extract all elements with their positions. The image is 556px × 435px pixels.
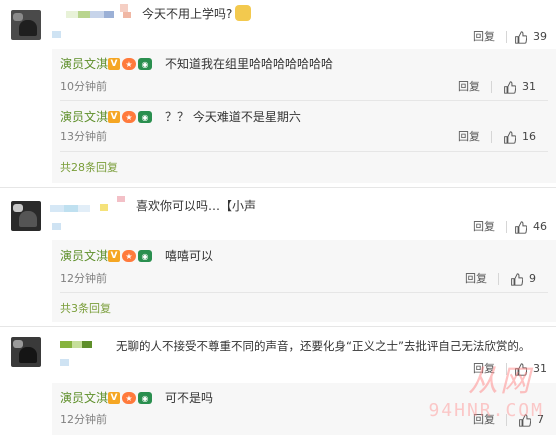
user-badges: V ★ ◉	[108, 111, 152, 123]
thumbs-up-icon	[504, 130, 516, 144]
like-button[interactable]: 46	[514, 220, 547, 234]
divider	[60, 100, 548, 101]
reply-button[interactable]: 回复	[465, 272, 487, 286]
decoration	[100, 204, 108, 211]
robot-badge-icon: ◉	[138, 392, 152, 404]
robot-badge-icon: ◉	[138, 58, 152, 70]
reply-author[interactable]: 演员文淇	[60, 391, 108, 405]
user-badges: V ★ ◉	[108, 392, 152, 404]
verified-icon: V	[108, 392, 120, 404]
reply-item: 演员文淇	[60, 109, 108, 125]
more-replies-link[interactable]: 共3条回复	[60, 302, 111, 316]
reply-author[interactable]: 演员文淇	[60, 249, 108, 263]
reply-text: 不知道我在组里哈哈哈哈哈哈哈	[165, 57, 334, 71]
comment-text: 喜欢你可以吗…【小声	[136, 199, 257, 213]
divider	[506, 221, 507, 233]
fan-badge-icon: ★	[122, 250, 136, 262]
thumbs-up-icon	[515, 220, 527, 234]
divider	[491, 81, 492, 93]
user-badges: V ★ ◉	[108, 58, 152, 70]
watermark-url: 94HNR.COM	[428, 400, 544, 421]
emoji-icon	[235, 5, 252, 21]
like-button[interactable]: 9	[510, 272, 536, 286]
reply-button[interactable]: 回复	[458, 80, 480, 94]
fan-badge-icon: ★	[122, 58, 136, 70]
reply-item: 演员文淇	[60, 56, 108, 72]
reply-button[interactable]: 回复	[473, 30, 495, 44]
decoration	[52, 223, 61, 230]
avatar[interactable]	[11, 201, 41, 231]
username-redacted	[66, 11, 114, 18]
like-count: 16	[522, 130, 536, 143]
reply-author[interactable]: 演员文淇	[60, 110, 108, 124]
thumbs-up-icon	[504, 80, 516, 94]
divider	[0, 187, 556, 188]
reply-time: 12分钟前	[60, 413, 107, 426]
username-redacted	[60, 341, 92, 348]
verified-icon: V	[108, 111, 120, 123]
reply-author[interactable]: 演员文淇	[60, 57, 108, 71]
divider	[0, 326, 556, 327]
verified-icon: V	[108, 250, 120, 262]
reply-item: 演员文淇	[60, 390, 108, 406]
divider	[60, 292, 548, 293]
reply-time: 10分钟前	[60, 80, 107, 93]
comment-text: 无聊的人不接受不尊重不同的声音，还要化身“正义之士”去批评自己无法欣赏的。	[116, 339, 531, 353]
more-replies-link[interactable]: 共28条回复	[60, 161, 118, 175]
decoration	[117, 196, 125, 202]
user-badges: V ★ ◉	[108, 250, 152, 262]
avatar[interactable]	[11, 337, 41, 367]
reply-button[interactable]: 回复	[473, 220, 495, 234]
reply-item: 演员文淇	[60, 248, 108, 264]
like-count: 9	[529, 272, 536, 285]
robot-badge-icon: ◉	[138, 250, 152, 262]
like-button[interactable]: 31	[503, 80, 536, 94]
like-button[interactable]: 39	[514, 30, 547, 44]
divider	[498, 273, 499, 285]
decoration	[123, 12, 131, 18]
like-count: 46	[533, 220, 547, 233]
watermark-logo: 从网	[468, 364, 532, 399]
username-redacted	[50, 205, 90, 212]
divider	[491, 131, 492, 143]
reply-text: 可不是吗	[165, 391, 214, 405]
reply-button[interactable]: 回复	[458, 130, 480, 144]
comment-text: 今天不用上学吗?	[142, 5, 252, 22]
divider	[60, 151, 548, 152]
fan-badge-icon: ★	[122, 392, 136, 404]
reply-time: 12分钟前	[60, 272, 107, 285]
reply-text: ？？ 今天难道不是星期六	[165, 110, 301, 124]
decoration	[120, 4, 128, 12]
reply-text: 嘻嘻可以	[165, 249, 214, 263]
thumbs-up-icon	[511, 272, 523, 286]
reply-time: 13分钟前	[60, 130, 107, 143]
like-count: 31	[533, 362, 547, 375]
like-button[interactable]: 16	[503, 130, 536, 144]
like-count: 39	[533, 30, 547, 43]
fan-badge-icon: ★	[122, 111, 136, 123]
thumbs-up-icon	[515, 30, 527, 44]
decoration	[60, 359, 69, 366]
robot-badge-icon: ◉	[138, 111, 152, 123]
avatar[interactable]	[11, 10, 41, 40]
like-count: 31	[522, 80, 536, 93]
decoration	[52, 31, 61, 38]
divider	[506, 31, 507, 43]
verified-icon: V	[108, 58, 120, 70]
